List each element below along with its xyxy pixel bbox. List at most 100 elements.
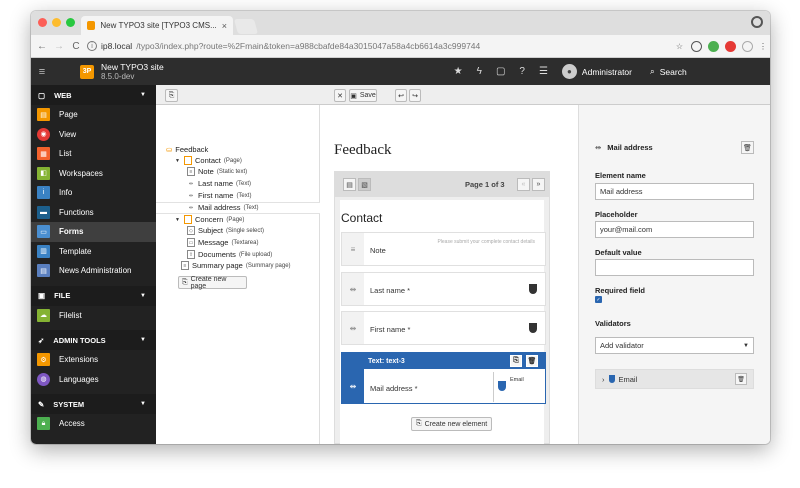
user-menu[interactable]: ● Administrator — [561, 64, 632, 79]
browser-tab[interactable]: New TYPO3 site [TYPO3 CMS... × — [81, 16, 233, 35]
module-label: Page — [59, 110, 78, 120]
module-item-extensions[interactable]: ⚙ Extensions — [31, 350, 156, 370]
module-item-languages[interactable]: ◍ Languages — [31, 370, 156, 390]
summary-page-icon: ≡ — [181, 261, 189, 270]
module-item-info[interactable]: i Info — [31, 183, 156, 203]
default-value-field[interactable] — [595, 259, 754, 276]
module-group-admin-tools[interactable]: ➶ ADMIN TOOLS ▼ — [31, 330, 156, 350]
close-window-dot[interactable] — [38, 18, 47, 27]
redo-button[interactable]: ↪ — [409, 89, 421, 102]
module-item-filelist[interactable]: ☁ Filelist — [31, 306, 156, 326]
static-text-icon[interactable]: ≡ — [342, 233, 364, 265]
module-label: Functions — [59, 207, 94, 217]
browser-menu-icon[interactable]: ⋮ — [759, 41, 767, 52]
module-group-web[interactable]: ▢ WEB ▼ — [31, 85, 156, 105]
chevron-right-icon[interactable]: › — [602, 375, 605, 384]
extension-grey-icon[interactable] — [742, 40, 753, 52]
bookmark-star-icon[interactable]: ☆ — [674, 41, 685, 52]
module-label: Filelist — [59, 310, 82, 320]
create-new-page-button[interactable]: ⎘ Create new page — [178, 276, 247, 290]
search-label: Search — [659, 66, 687, 77]
tree-node-mail-address[interactable]: ⇹ Mail address (Text) — [187, 203, 259, 212]
required-checkbox[interactable]: ✓ — [595, 296, 602, 303]
text-field-icon[interactable]: ⇹ — [342, 369, 364, 403]
placeholder-field[interactable]: your@mail.com — [595, 221, 754, 238]
tab-close-icon[interactable]: × — [222, 21, 227, 31]
form-tree: ⛀ Feedback ▼ Contact (Page) ≡ Note (Static te… — [156, 105, 320, 444]
delete-element-icon[interactable]: 🗑︎ — [526, 355, 538, 367]
bookmarks-star-icon[interactable]: ★ — [454, 66, 463, 77]
tree-node-note[interactable]: ≡ Note (Static text) — [187, 167, 247, 176]
extensions-module-icon: ⚙ — [37, 353, 50, 367]
previous-page-icon[interactable]: « — [517, 178, 530, 191]
extension-shield-icon[interactable] — [708, 40, 719, 52]
back-icon[interactable]: ← — [36, 41, 48, 52]
module-group-system[interactable]: ✎ SYSTEM ▼ — [31, 394, 156, 414]
tree-node-documents[interactable]: ⇧ Documents (File upload) — [187, 250, 272, 259]
close-button[interactable]: ✕ — [334, 89, 346, 102]
preview-view-icon[interactable]: ▧ — [358, 178, 371, 191]
module-item-workspaces[interactable]: ◧ Workspaces — [31, 164, 156, 184]
help-icon[interactable]: ? — [519, 66, 525, 77]
menu-toggle-icon[interactable]: ≡ — [31, 58, 53, 85]
flash-cache-icon[interactable]: ϟ — [477, 66, 482, 77]
minimize-window-dot[interactable] — [52, 18, 61, 27]
module-label: View — [59, 129, 77, 139]
element-name-field[interactable]: Mail address — [595, 183, 754, 200]
form-element-first-name[interactable]: ⇹ First name * — [341, 311, 546, 345]
abstract-view-icon[interactable]: ▤ — [343, 178, 356, 191]
form-element-last-name[interactable]: ⇹ Last name * — [341, 272, 546, 306]
undo-button[interactable]: ↩ — [395, 89, 407, 102]
collapse-icon[interactable]: ▼ — [175, 158, 181, 164]
extension-red-icon[interactable] — [725, 40, 736, 52]
forward-icon[interactable]: → — [53, 41, 65, 52]
browser-account-icon[interactable] — [751, 16, 763, 28]
tree-node-message[interactable]: ▭ Message (Textarea) — [187, 238, 258, 247]
list-module-icon: ▦ — [37, 147, 50, 161]
tree-node-first-name[interactable]: ⇹ First name (Text) — [187, 191, 251, 200]
tree-node-subject[interactable]: ◇ Subject (Single select) — [187, 226, 264, 235]
module-group-file[interactable]: ▣ FILE ▼ — [31, 285, 156, 306]
form-element-mail-address[interactable]: Text: text-3 ⎘ 🗑︎ ⇹ Mail address * Email — [341, 352, 546, 404]
system-info-icon[interactable]: ☰ — [539, 66, 548, 77]
reload-icon[interactable]: C — [70, 41, 82, 52]
new-tab-button[interactable] — [233, 19, 259, 34]
tree-root[interactable]: ⛀ Feedback — [166, 145, 208, 154]
opendocs-icon[interactable]: ▢ — [496, 66, 505, 77]
form-element-note[interactable]: ≡ Note Please submit your complete conta… — [341, 232, 546, 266]
module-item-access[interactable]: 🔒︎ Access — [31, 414, 156, 434]
module-item-view[interactable]: ◉ View — [31, 125, 156, 145]
site-info: New TYPO3 site 8.5.0-dev — [101, 62, 164, 82]
new-form-icon[interactable]: ⎘ — [165, 89, 178, 102]
create-new-element-button[interactable]: ⎘ Create new element — [411, 417, 493, 431]
text-field-icon[interactable]: ⇹ — [342, 273, 364, 305]
tab-title: New TYPO3 site [TYPO3 CMS... — [100, 21, 217, 30]
module-item-functions[interactable]: ▬ Functions — [31, 203, 156, 223]
save-button[interactable]: ▣ Save — [349, 89, 377, 102]
validator-item-email[interactable]: › Email 🗑︎ — [595, 369, 754, 389]
add-validator-select[interactable]: Add validator ▼ — [595, 337, 754, 354]
tree-node-summary-page[interactable]: ≡ Summary page (Summary page) — [181, 261, 291, 270]
module-item-page[interactable]: ▤ Page — [31, 105, 156, 125]
text-field-icon[interactable]: ⇹ — [342, 312, 364, 344]
toolbar-search[interactable]: ⌕ Search — [640, 58, 770, 85]
site-info-icon[interactable]: i — [87, 41, 97, 51]
maximize-window-dot[interactable] — [66, 18, 75, 27]
url-field[interactable]: i ip8.local/typo3/index.php?route=%2Fmai… — [87, 38, 669, 55]
module-item-list[interactable]: ▦ List — [31, 144, 156, 164]
extension-info-icon[interactable] — [691, 40, 702, 52]
module-item-news[interactable]: ▤ News Administration — [31, 261, 156, 281]
module-item-template[interactable]: ▥ Template — [31, 242, 156, 262]
inspector-delete-icon[interactable]: 🗑︎ — [741, 141, 754, 154]
validator-delete-icon[interactable]: 🗑︎ — [735, 373, 747, 385]
module-item-forms[interactable]: ▭ Forms — [31, 222, 156, 242]
collapse-icon[interactable]: ▼ — [175, 217, 181, 223]
page-heading: Contact — [341, 211, 383, 225]
group-label: FILE — [54, 291, 71, 300]
insert-after-icon[interactable]: ⎘ — [510, 355, 522, 367]
next-page-icon[interactable]: » — [532, 178, 545, 191]
tree-node-concern[interactable]: ▼ Concern (Page) — [175, 215, 244, 224]
tree-node-last-name[interactable]: ⇹ Last name (Text) — [187, 179, 251, 188]
tree-node-type: (Summary page) — [245, 262, 291, 269]
tree-node-contact[interactable]: ▼ Contact (Page) — [175, 156, 242, 165]
